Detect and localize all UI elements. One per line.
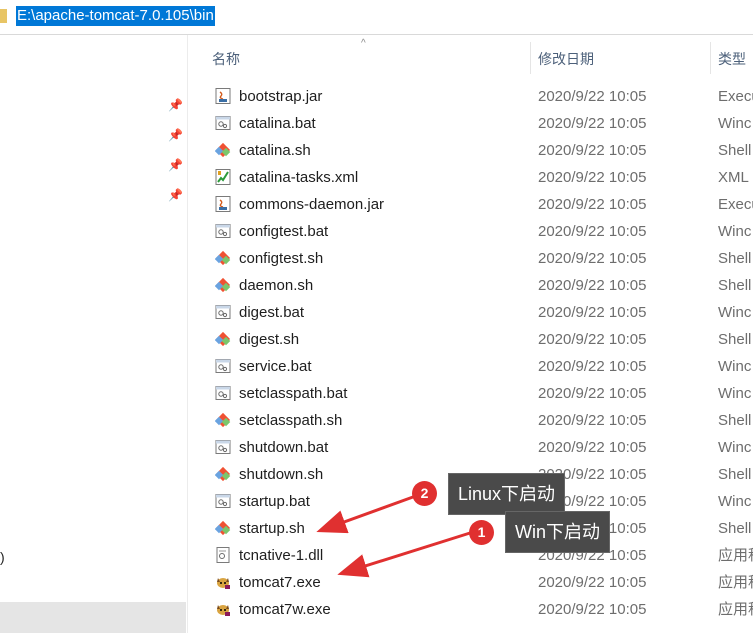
annotation-arrows <box>316 495 471 578</box>
callout-badge-2: 2 <box>412 481 437 506</box>
callout-linux-start: Linux下启动 <box>449 474 565 514</box>
arrow-to-startup-sh <box>316 495 414 534</box>
callout-win-start: Win下启动 <box>506 512 609 552</box>
callout-badge-1: 1 <box>469 520 494 545</box>
arrow-to-tomcat7-exe <box>337 531 471 578</box>
